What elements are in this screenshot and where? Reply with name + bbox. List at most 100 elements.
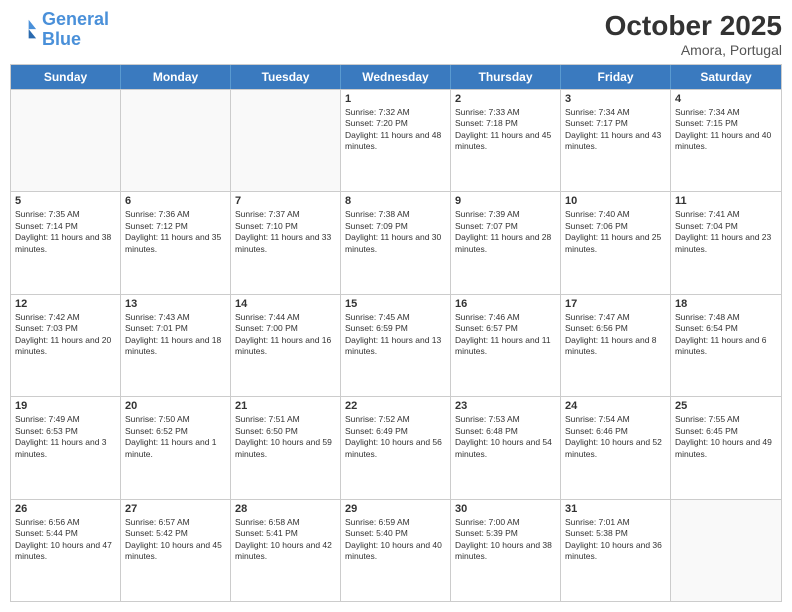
cal-cell: 21 Sunrise: 7:51 AM Sunset: 6:50 PM Dayli…: [231, 397, 341, 498]
day-header-wednesday: Wednesday: [341, 65, 451, 89]
cell-info: Sunrise: 7:54 AM Sunset: 6:46 PM Dayligh…: [565, 414, 666, 460]
cell-info: Sunrise: 7:41 AM Sunset: 7:04 PM Dayligh…: [675, 209, 777, 255]
calendar: SundayMondayTuesdayWednesdayThursdayFrid…: [10, 64, 782, 602]
cell-info: Sunrise: 7:48 AM Sunset: 6:54 PM Dayligh…: [675, 312, 777, 358]
day-number: 31: [565, 503, 666, 515]
cell-info: Sunrise: 6:57 AM Sunset: 5:42 PM Dayligh…: [125, 517, 226, 563]
cell-info: Sunrise: 7:39 AM Sunset: 7:07 PM Dayligh…: [455, 209, 556, 255]
cell-info: Sunrise: 6:59 AM Sunset: 5:40 PM Dayligh…: [345, 517, 446, 563]
header: General Blue October 2025 Amora, Portuga…: [10, 10, 782, 58]
cell-info: Sunrise: 6:56 AM Sunset: 5:44 PM Dayligh…: [15, 517, 116, 563]
day-number: 10: [565, 195, 666, 207]
cal-cell: 23Sunrise: 7:53 AM Sunset: 6:48 PM Dayli…: [451, 397, 561, 498]
cell-info: Sunrise: 7:01 AM Sunset: 5:38 PM Dayligh…: [565, 517, 666, 563]
cal-row-0: 1Sunrise: 7:32 AM Sunset: 7:20 PM Daylig…: [11, 89, 781, 191]
cal-cell: 8Sunrise: 7:38 AM Sunset: 7:09 PM Daylig…: [341, 192, 451, 293]
cell-info: Sunrise: 7:43 AM Sunset: 7:01 PM Dayligh…: [125, 312, 226, 358]
cal-cell: 22Sunrise: 7:52 AM Sunset: 6:49 PM Dayli…: [341, 397, 451, 498]
logo-text: General Blue: [42, 10, 109, 50]
page: General Blue October 2025 Amora, Portuga…: [0, 0, 792, 612]
cal-cell: 6 Sunrise: 7:36 AM Sunset: 7:12 PM Daylig…: [121, 192, 231, 293]
cal-cell: 5 Sunrise: 7:35 AM Sunset: 7:14 PM Daylig…: [11, 192, 121, 293]
day-number: 17: [565, 298, 666, 310]
day-number: 25: [675, 400, 777, 412]
cal-row-2: 12 Sunrise: 7:42 AM Sunset: 7:03 PM Dayli…: [11, 294, 781, 396]
cal-cell: 15 Sunrise: 7:45 AM Sunset: 6:59 PM Dayli…: [341, 295, 451, 396]
day-number: 7: [235, 195, 336, 207]
cal-cell: 4 Sunrise: 7:34 AM Sunset: 7:15 PM Daylig…: [671, 90, 781, 191]
cell-info: Sunrise: 7:34 AM Sunset: 7:15 PM Dayligh…: [675, 107, 777, 153]
cal-cell: 25Sunrise: 7:55 AM Sunset: 6:45 PM Dayli…: [671, 397, 781, 498]
logo: General Blue: [10, 10, 109, 50]
day-number: 12: [15, 298, 116, 310]
cell-info: Sunrise: 7:36 AM Sunset: 7:12 PM Dayligh…: [125, 209, 226, 255]
cal-cell: 9Sunrise: 7:39 AM Sunset: 7:07 PM Daylig…: [451, 192, 561, 293]
cal-cell: 20 Sunrise: 7:50 AM Sunset: 6:52 PM Dayli…: [121, 397, 231, 498]
cal-cell: 28Sunrise: 6:58 AM Sunset: 5:41 PM Dayli…: [231, 500, 341, 601]
day-number: 14: [235, 298, 336, 310]
day-header-sunday: Sunday: [11, 65, 121, 89]
cal-cell: 18 Sunrise: 7:48 AM Sunset: 6:54 PM Dayli…: [671, 295, 781, 396]
cell-info: Sunrise: 7:33 AM Sunset: 7:18 PM Dayligh…: [455, 107, 556, 153]
cal-cell: 7 Sunrise: 7:37 AM Sunset: 7:10 PM Daylig…: [231, 192, 341, 293]
cal-cell: 29 Sunrise: 6:59 AM Sunset: 5:40 PM Dayli…: [341, 500, 451, 601]
cell-info: Sunrise: 7:37 AM Sunset: 7:10 PM Dayligh…: [235, 209, 336, 255]
day-number: 3: [565, 93, 666, 105]
day-number: 5: [15, 195, 116, 207]
cal-cell: [11, 90, 121, 191]
cell-info: Sunrise: 7:50 AM Sunset: 6:52 PM Dayligh…: [125, 414, 226, 460]
day-header-monday: Monday: [121, 65, 231, 89]
day-number: 11: [675, 195, 777, 207]
day-number: 15: [345, 298, 446, 310]
cal-cell: 26 Sunrise: 6:56 AM Sunset: 5:44 PM Dayli…: [11, 500, 121, 601]
cell-info: Sunrise: 7:35 AM Sunset: 7:14 PM Dayligh…: [15, 209, 116, 255]
cell-info: Sunrise: 7:49 AM Sunset: 6:53 PM Dayligh…: [15, 414, 116, 460]
day-number: 18: [675, 298, 777, 310]
day-header-friday: Friday: [561, 65, 671, 89]
day-number: 21: [235, 400, 336, 412]
cell-info: Sunrise: 7:44 AM Sunset: 7:00 PM Dayligh…: [235, 312, 336, 358]
day-number: 24: [565, 400, 666, 412]
calendar-header-row: SundayMondayTuesdayWednesdayThursdayFrid…: [11, 65, 781, 89]
cal-cell: 17Sunrise: 7:47 AM Sunset: 6:56 PM Dayli…: [561, 295, 671, 396]
day-number: 6: [125, 195, 226, 207]
day-number: 16: [455, 298, 556, 310]
cal-cell: 13 Sunrise: 7:43 AM Sunset: 7:01 PM Dayli…: [121, 295, 231, 396]
day-header-tuesday: Tuesday: [231, 65, 341, 89]
cal-cell: 31 Sunrise: 7:01 AM Sunset: 5:38 PM Dayli…: [561, 500, 671, 601]
cal-row-1: 5 Sunrise: 7:35 AM Sunset: 7:14 PM Daylig…: [11, 191, 781, 293]
day-number: 29: [345, 503, 446, 515]
cal-cell: 10Sunrise: 7:40 AM Sunset: 7:06 PM Dayli…: [561, 192, 671, 293]
day-header-thursday: Thursday: [451, 65, 561, 89]
logo-icon: [10, 16, 38, 44]
cell-info: Sunrise: 7:00 AM Sunset: 5:39 PM Dayligh…: [455, 517, 556, 563]
day-number: 23: [455, 400, 556, 412]
cell-info: Sunrise: 7:42 AM Sunset: 7:03 PM Dayligh…: [15, 312, 116, 358]
cal-row-3: 19 Sunrise: 7:49 AM Sunset: 6:53 PM Dayli…: [11, 396, 781, 498]
cell-info: Sunrise: 7:52 AM Sunset: 6:49 PM Dayligh…: [345, 414, 446, 460]
cell-info: Sunrise: 6:58 AM Sunset: 5:41 PM Dayligh…: [235, 517, 336, 563]
cell-info: Sunrise: 7:45 AM Sunset: 6:59 PM Dayligh…: [345, 312, 446, 358]
day-number: 26: [15, 503, 116, 515]
cal-cell: [121, 90, 231, 191]
day-number: 2: [455, 93, 556, 105]
cal-cell: 19 Sunrise: 7:49 AM Sunset: 6:53 PM Dayli…: [11, 397, 121, 498]
day-number: 13: [125, 298, 226, 310]
cal-cell: 2 Sunrise: 7:33 AM Sunset: 7:18 PM Daylig…: [451, 90, 561, 191]
cal-cell: [231, 90, 341, 191]
day-header-saturday: Saturday: [671, 65, 781, 89]
day-number: 4: [675, 93, 777, 105]
day-number: 27: [125, 503, 226, 515]
day-number: 1: [345, 93, 446, 105]
cell-info: Sunrise: 7:51 AM Sunset: 6:50 PM Dayligh…: [235, 414, 336, 460]
day-number: 19: [15, 400, 116, 412]
day-number: 20: [125, 400, 226, 412]
day-number: 30: [455, 503, 556, 515]
cell-info: Sunrise: 7:46 AM Sunset: 6:57 PM Dayligh…: [455, 312, 556, 358]
title-block: October 2025 Amora, Portugal: [605, 10, 782, 58]
day-number: 8: [345, 195, 446, 207]
cal-cell: 1Sunrise: 7:32 AM Sunset: 7:20 PM Daylig…: [341, 90, 451, 191]
cal-cell: 11 Sunrise: 7:41 AM Sunset: 7:04 PM Dayli…: [671, 192, 781, 293]
cell-info: Sunrise: 7:34 AM Sunset: 7:17 PM Dayligh…: [565, 107, 666, 153]
month-title: October 2025: [605, 10, 782, 42]
